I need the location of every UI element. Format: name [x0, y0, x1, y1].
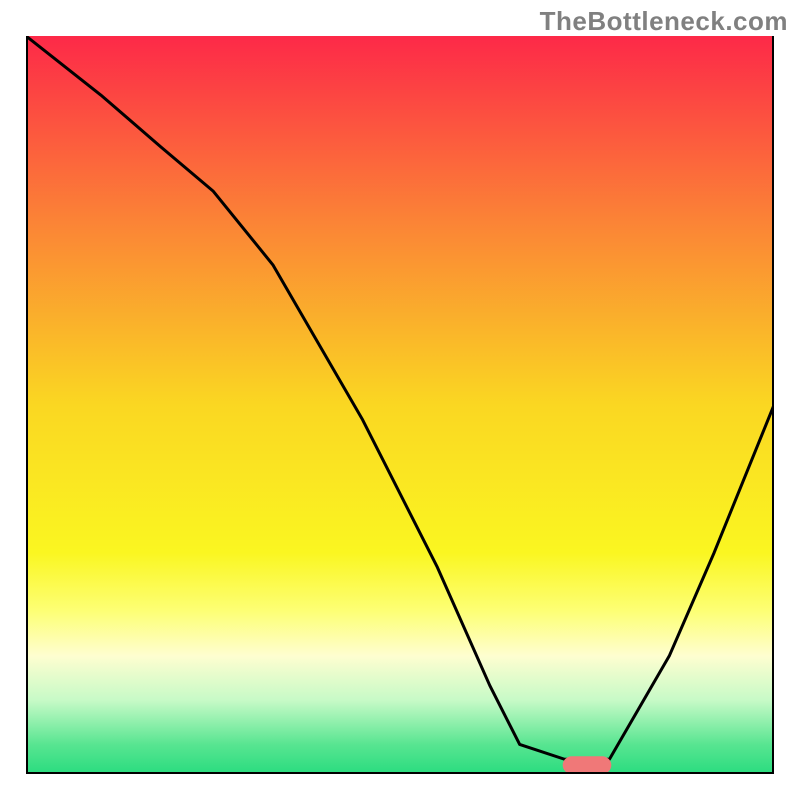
chart-svg [26, 36, 774, 774]
optimal-marker [563, 756, 612, 774]
plot-frame [26, 36, 774, 774]
watermark-text: TheBottleneck.com [540, 6, 788, 37]
chart-container: TheBottleneck.com [0, 0, 800, 800]
gradient-background [26, 36, 774, 774]
